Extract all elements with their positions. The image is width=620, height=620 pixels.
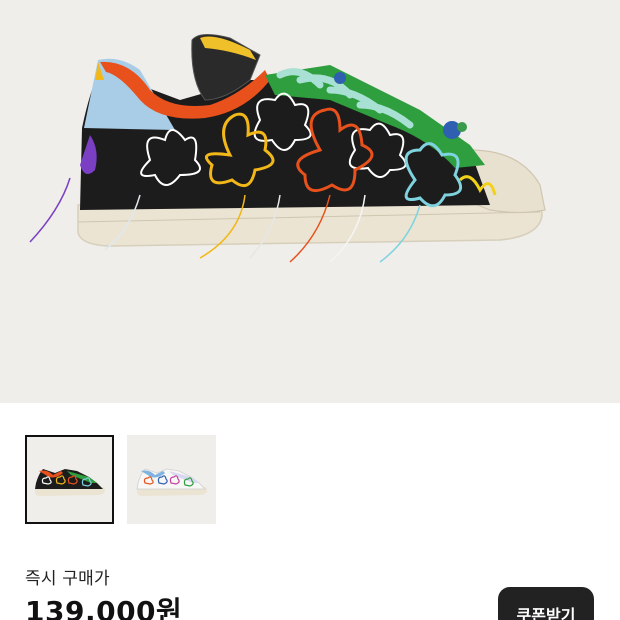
get-coupon-button[interactable]: 쿠폰받기 xyxy=(498,587,594,620)
thumbnail-gallery xyxy=(25,435,216,524)
instant-buy-price-label: 즉시 구매가 xyxy=(25,569,110,589)
product-price: 139,000원 xyxy=(25,595,183,620)
thumbnail-black-sneaker[interactable] xyxy=(25,435,114,524)
thumbnail-white-sneaker[interactable] xyxy=(127,435,216,524)
product-main-image xyxy=(0,0,620,403)
thumbnail-black-sneaker-image xyxy=(35,469,105,496)
sneaker-illustration xyxy=(29,34,546,263)
thumbnail-white-sneaker-image xyxy=(136,468,207,496)
